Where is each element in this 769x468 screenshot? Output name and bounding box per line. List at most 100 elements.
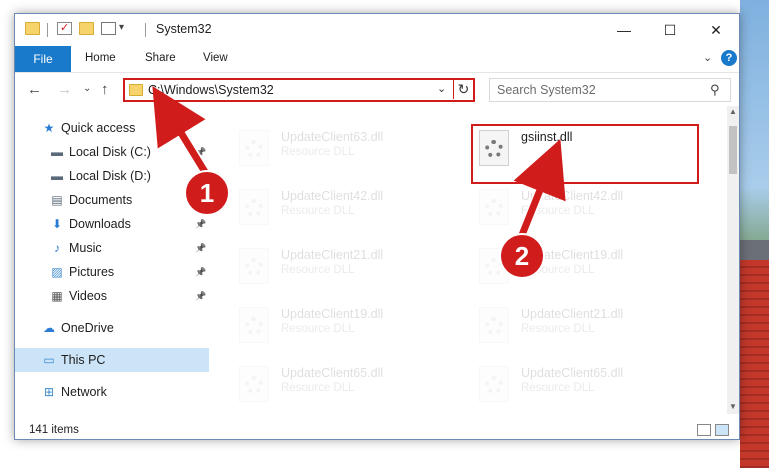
desktop-background (740, 0, 769, 468)
maximize-button[interactable]: ☐ (647, 14, 693, 46)
large-icons-view-icon[interactable] (715, 424, 729, 436)
file-type: Resource DLL (281, 323, 355, 335)
file-name: UpdateClient19.dll (281, 307, 384, 321)
folder-icon (25, 22, 40, 35)
file-type: Resource DLL (281, 382, 355, 394)
file-item[interactable]: UpdateClient19.dll Resource DLL (235, 301, 455, 357)
pin-icon[interactable]: 📌 (195, 267, 206, 278)
help-icon[interactable]: ? (721, 50, 737, 66)
up-button[interactable]: ↑ (101, 81, 109, 98)
new-folder-icon[interactable] (79, 22, 94, 35)
pin-icon[interactable]: 📌 (195, 243, 206, 254)
recent-locations-button[interactable]: ⌄ (83, 83, 91, 94)
sidebar-item-this-pc[interactable]: ▭ This PC (15, 348, 209, 372)
scrollbar-thumb[interactable] (729, 126, 737, 174)
search-icon[interactable]: ⚲ (710, 82, 720, 98)
pin-icon[interactable]: 📌 (195, 219, 206, 230)
sidebar-item-onedrive[interactable]: ☁ OneDrive (15, 316, 209, 340)
navigation-pane: ★ Quick access ▬ Local Disk (C:) 📌 ▬ Local Dis… (15, 106, 211, 414)
gear-icon (245, 258, 263, 276)
pictures-icon: ▨ (51, 265, 63, 279)
dll-file-icon (479, 366, 509, 402)
sidebar-item-quick-access[interactable]: ★ Quick access (15, 116, 209, 140)
maximize-icon: ☐ (663, 21, 677, 38)
dll-file-icon (239, 366, 269, 402)
gear-icon (245, 140, 263, 158)
star-icon: ★ (43, 121, 55, 135)
file-type: Resource DLL (521, 323, 595, 335)
file-name: UpdateClient42.dll (521, 189, 624, 203)
customize-toolbar-icon[interactable]: ▾ (119, 22, 124, 33)
music-icon: ♪ (54, 241, 60, 255)
sidebar-item-network[interactable]: ⊞ Network (15, 380, 209, 404)
sidebar-item-label: Local Disk (C:) (69, 145, 151, 159)
cloud-icon: ☁ (43, 321, 55, 335)
forward-button[interactable]: → (57, 81, 72, 98)
sidebar-item-videos[interactable]: ▦ Videos 📌 (15, 284, 209, 308)
sidebar-item-local-disk-c[interactable]: ▬ Local Disk (C:) 📌 (15, 140, 209, 164)
tab-share[interactable]: Share (145, 52, 176, 64)
file-item[interactable]: UpdateClient42.dll Resource DLL (475, 183, 695, 239)
sidebar-item-downloads[interactable]: ⬇ Downloads 📌 (15, 212, 209, 236)
file-name: UpdateClient63.dll (281, 130, 384, 144)
file-item[interactable]: UpdateClient63.dll Resource DLL (235, 124, 455, 180)
gear-icon (245, 199, 263, 217)
gear-icon (485, 376, 503, 394)
sidebar-item-label: OneDrive (61, 321, 114, 335)
address-bar[interactable]: C:\Windows\System32 ⌄ ↻ (123, 78, 475, 102)
file-item[interactable]: UpdateClient42.dll Resource DLL (235, 183, 455, 239)
file-name: UpdateClient65.dll (281, 366, 384, 380)
file-item[interactable]: UpdateClient21.dll Resource DLL (475, 301, 695, 357)
refresh-button[interactable]: ↻ (453, 79, 473, 99)
file-item[interactable]: gsiinst.dll (475, 124, 695, 180)
sidebar-item-label: Local Disk (D:) (69, 169, 151, 183)
file-item[interactable]: UpdateClient65.dll Resource DLL (235, 360, 455, 414)
tab-view[interactable]: View (203, 52, 228, 64)
video-icon: ▦ (51, 289, 63, 303)
file-list: UpdateClient63.dll Resource DLL gsiinst.dl… (211, 106, 727, 414)
close-button[interactable]: ✕ (693, 14, 739, 46)
pin-icon[interactable]: 📌 (195, 291, 206, 302)
gear-icon (485, 199, 503, 217)
sidebar-item-pictures[interactable]: ▨ Pictures 📌 (15, 260, 209, 284)
file-item[interactable]: UpdateClient65.dll Resource DLL (475, 360, 695, 414)
dll-file-icon (479, 189, 509, 225)
title-bar: ✓ ▾ System32 — ☐ ✕ (15, 14, 739, 46)
file-type: Resource DLL (521, 382, 595, 394)
minimize-icon: — (617, 22, 631, 38)
pin-icon[interactable]: 📌 (195, 147, 206, 158)
search-box[interactable]: Search System32 ⚲ (489, 78, 731, 102)
file-item[interactable]: UpdateClient21.dll Resource DLL (235, 242, 455, 298)
step-2-badge: 2 (499, 233, 545, 279)
dll-file-icon (239, 130, 269, 166)
sidebar-item-label: Pictures (69, 265, 115, 279)
expand-ribbon-icon[interactable]: ⌄ (703, 51, 712, 64)
vertical-scrollbar[interactable]: ▲ ▼ (727, 106, 739, 414)
dll-file-icon (479, 130, 509, 166)
rename-icon[interactable] (101, 22, 116, 35)
dll-file-icon (239, 248, 269, 284)
minimize-button[interactable]: — (601, 14, 647, 46)
sidebar-item-documents[interactable]: ▤Documents📌 (15, 188, 209, 212)
address-path[interactable]: C:\Windows\System32 (148, 83, 274, 97)
sidebar-item-label: Documents (69, 193, 133, 207)
gear-icon (245, 317, 263, 335)
drive-icon: ▬ (51, 169, 63, 183)
tab-file[interactable]: File (15, 46, 71, 72)
details-view-icon[interactable] (697, 424, 711, 436)
sidebar-item-label: Downloads (69, 217, 131, 231)
sidebar-item-local-disk-d[interactable]: ▬Local Disk (D:)📌 (15, 164, 209, 188)
dll-file-icon (479, 307, 509, 343)
address-dropdown-icon[interactable]: ⌄ (437, 82, 446, 95)
sidebar-item-label: Music (69, 241, 102, 255)
scroll-up-icon[interactable]: ▲ (729, 107, 737, 116)
properties-icon[interactable]: ✓ (57, 22, 72, 35)
network-icon: ⊞ (43, 385, 55, 399)
gear-icon (485, 317, 503, 335)
back-button[interactable]: ← (27, 81, 42, 98)
file-type: Resource DLL (521, 205, 595, 217)
scroll-down-icon[interactable]: ▼ (729, 402, 737, 411)
sidebar-item-music[interactable]: ♪ Music 📌 (15, 236, 209, 260)
file-name: UpdateClient21.dll (281, 248, 384, 262)
tab-home[interactable]: Home (85, 52, 116, 64)
